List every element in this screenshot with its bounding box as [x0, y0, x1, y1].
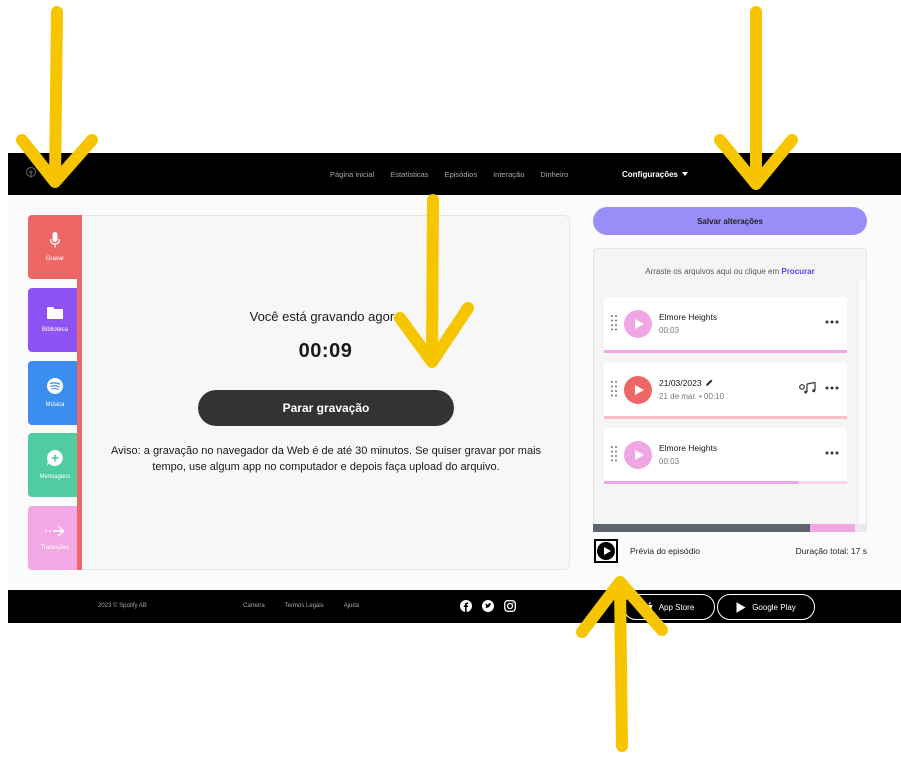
footer-link-careers[interactable]: Carreira: [243, 603, 265, 609]
dropzone-text: Arraste os arquivos aqui ou clique em: [645, 267, 780, 276]
segment-item[interactable]: Elmore Heights 00:03: [604, 428, 847, 484]
segment-progress: [604, 481, 847, 484]
browse-link[interactable]: Procurar: [781, 267, 814, 276]
spotify-icon: [47, 378, 63, 394]
twitter-icon[interactable]: [482, 599, 494, 617]
microphone-icon: [50, 232, 60, 248]
folder-icon: [47, 307, 63, 319]
footer-link-legal[interactable]: Termos Legais: [285, 603, 324, 609]
segment-progress: [604, 416, 847, 419]
recording-panel: Você está gravando agora 00:09 Parar gra…: [82, 215, 570, 570]
nav-link-stats[interactable]: Estatísticas: [390, 170, 428, 179]
tool-record-label: Gravar: [45, 256, 65, 262]
drag-handle-icon[interactable]: [611, 315, 617, 331]
recording-timer: 00:09: [298, 340, 353, 362]
segment-item[interactable]: Elmore Heights 00:03: [604, 297, 847, 353]
play-icon: [635, 450, 644, 460]
social-links: [460, 599, 526, 617]
footer-link-help[interactable]: Ajuda: [344, 603, 359, 609]
page: Página inicial Estatísticas Episódios In…: [0, 0, 901, 758]
google-play-label: Google Play: [752, 602, 796, 612]
segment-duration: 21 de mar. • 00:10: [659, 392, 725, 401]
copyright: 2023 © Spotify AB: [98, 603, 147, 609]
play-icon: [635, 385, 644, 395]
nav-links: Página inicial Estatísticas Episódios In…: [330, 153, 584, 195]
segment-title: Elmore Heights: [659, 312, 718, 322]
message-plus-icon: [47, 450, 63, 466]
episode-editor: Arraste os arquivos aqui ou clique em Pr…: [593, 248, 867, 532]
annotation-arrow-logo: [16, 6, 98, 188]
more-options-icon[interactable]: [825, 386, 839, 390]
save-changes-button[interactable]: Salvar alterações: [593, 207, 867, 235]
timeline-segment-empty: [855, 524, 867, 532]
caret-down-icon: [682, 172, 689, 176]
nav-link-interaction[interactable]: Interação: [493, 170, 524, 179]
annotation-arrow-save: [714, 6, 798, 190]
segment-title-text: 21/03/2023: [659, 378, 702, 388]
preview-play-button[interactable]: [594, 539, 618, 563]
tool-messages[interactable]: Mensagens: [28, 433, 82, 497]
dropzone[interactable]: Arraste os arquivos aqui ou clique em Pr…: [594, 267, 866, 276]
stop-recording-button[interactable]: Parar gravação: [198, 390, 454, 426]
recording-heading: Você está gravando agora: [249, 309, 402, 324]
music-note-icon[interactable]: [799, 382, 817, 394]
preview-label: Prévia do episódio: [630, 546, 700, 556]
annotation-arrow-preview: [576, 576, 668, 752]
facebook-icon[interactable]: [460, 599, 472, 617]
segment-progress: [604, 350, 847, 353]
more-options-icon[interactable]: [825, 451, 839, 455]
editor-scrollbar[interactable]: [857, 279, 866, 525]
play-icon: [635, 319, 644, 329]
tool-record[interactable]: Gravar: [28, 215, 82, 279]
tool-messages-label: Mensagens: [39, 474, 71, 480]
timeline-segment-music: [810, 524, 855, 532]
footer: 2023 © Spotify AB Carreira Termos Legais…: [8, 590, 901, 623]
footer-links: Carreira Termos Legais Ajuda: [243, 603, 379, 609]
google-play-button[interactable]: Google Play: [717, 594, 815, 620]
episode-timeline[interactable]: [593, 524, 867, 532]
google-play-icon: [736, 601, 746, 613]
segment-play-button[interactable]: [624, 310, 652, 338]
pencil-icon[interactable]: [705, 379, 713, 386]
episode-preview: Prévia do episódio Duração total: 17 s: [593, 537, 871, 565]
annotation-arrow-recorder: [394, 194, 474, 368]
play-icon: [597, 542, 615, 560]
timeline-segment-recording: [593, 524, 810, 532]
instagram-icon[interactable]: [504, 599, 516, 617]
settings-label: Configurações: [622, 169, 679, 179]
tool-music[interactable]: Música: [28, 361, 82, 425]
drag-handle-icon[interactable]: [611, 381, 617, 397]
segment-title: 21/03/2023: [659, 378, 713, 388]
tool-music-label: Música: [45, 402, 65, 408]
tool-transitions-label: Transições: [40, 545, 70, 551]
nav-link-home[interactable]: Página inicial: [330, 170, 374, 179]
tool-library-label: Biblioteca: [41, 327, 68, 333]
segment-play-button[interactable]: [624, 376, 652, 404]
segment-item[interactable]: 21/03/2023 21 de mar. • 00:10: [604, 363, 847, 419]
nav-link-episodes[interactable]: Episódios: [445, 170, 478, 179]
tool-library[interactable]: Biblioteca: [28, 288, 82, 352]
nav-link-money[interactable]: Dinheiro: [540, 170, 568, 179]
more-options-icon[interactable]: [825, 320, 839, 324]
total-duration: Duração total: 17 s: [795, 546, 867, 556]
settings-menu[interactable]: Configurações: [622, 153, 689, 195]
segment-play-button[interactable]: [624, 441, 652, 469]
tool-rail: Gravar Biblioteca Música Mensagens Trans…: [28, 215, 82, 570]
tool-transitions[interactable]: Transições: [28, 506, 82, 570]
segment-duration: 00:03: [659, 326, 680, 335]
arrow-right-icon: [45, 525, 65, 537]
segment-duration: 00:03: [659, 457, 680, 466]
drag-handle-icon[interactable]: [611, 446, 617, 462]
segment-title: Elmore Heights: [659, 443, 718, 453]
recording-notice: Aviso: a gravação no navegador da Web é …: [110, 445, 542, 473]
